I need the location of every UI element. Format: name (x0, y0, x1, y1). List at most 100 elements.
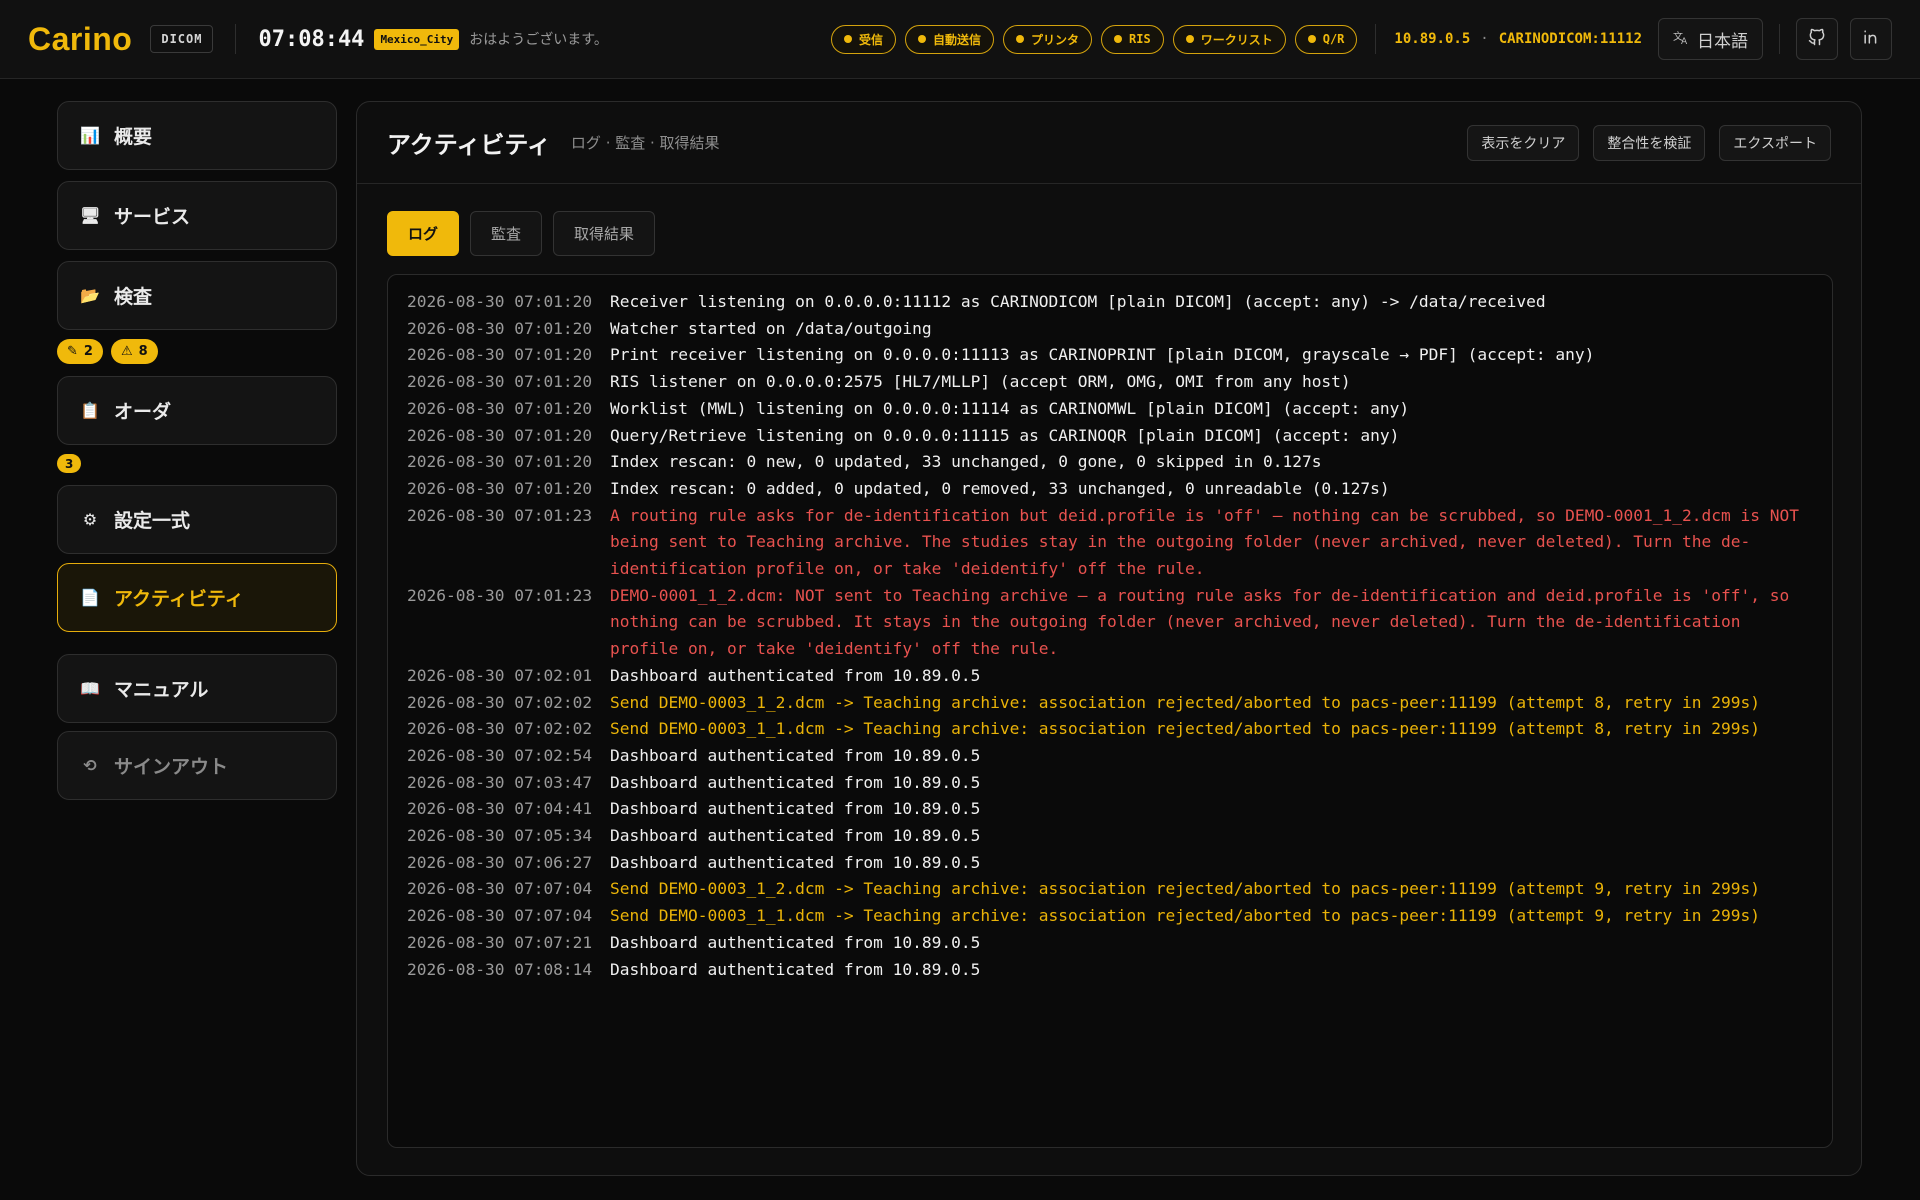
service-pill-label: 自動送信 (932, 32, 981, 47)
ae-title: CARINODICOM:11112 (1498, 31, 1642, 47)
sidebar-item-overview[interactable]: 📊 概要 (57, 101, 337, 170)
order-badges: 3 (57, 454, 82, 473)
timezone-badge: Mexico_City (374, 28, 460, 50)
log-message: Receiver listening on 0.0.0.0:11112 as C… (610, 292, 1546, 311)
service-pill-ris[interactable]: RIS (1101, 24, 1164, 54)
log-message: Print receiver listening on 0.0.0.0:1111… (610, 345, 1595, 365)
clipboard-icon: 📋 (80, 401, 100, 420)
export-button[interactable]: エクスポート (1719, 124, 1831, 161)
warning-icon: ⚠ (120, 344, 133, 359)
badge-count: 2 (83, 344, 93, 359)
log-line: 2026-08-30 07:01:20 Query/Retrieve listen… (407, 423, 1832, 450)
linkedin-icon (1861, 27, 1881, 51)
service-pill-printer[interactable]: プリンタ (1003, 24, 1093, 54)
status-dot-icon (917, 35, 926, 43)
sidebar-item-services[interactable]: 🖥 サービス (57, 181, 337, 250)
github-button[interactable] (1796, 18, 1838, 60)
github-icon (1807, 27, 1827, 51)
sidebar-item-manual[interactable]: 📖 マニュアル (57, 654, 337, 723)
sidebar-item-label: サインアウト (114, 756, 229, 778)
log-timestamp: 2026-08-30 07:01:20 (407, 345, 593, 365)
monitor-icon: 🖥 (80, 206, 101, 225)
log-timestamp: 2026-08-30 07:01:23 (407, 585, 593, 605)
sidebar-item-label: オーダ (114, 401, 172, 423)
tab-audit[interactable]: 監査 (470, 211, 543, 256)
log-timestamp: 2026-08-30 07:07:04 (407, 879, 593, 899)
log-message: Worklist (MWL) listening on 0.0.0.0:1111… (610, 398, 1410, 418)
language-button[interactable]: 文A 日本語 (1658, 18, 1763, 60)
translate-icon: 文A (1673, 29, 1689, 49)
document-icon: 📄 (80, 588, 100, 607)
log-line: 2026-08-30 07:02:54 Dashboard authenticat… (407, 743, 1832, 770)
order-count-badge[interactable]: 3 (57, 454, 82, 473)
activity-panel: アクティビティ ログ · 監査 · 取得結果 表示をクリア 整合性を検証 エクス… (356, 101, 1862, 1176)
header-divider (1779, 24, 1780, 54)
sidebar-item-label: サービス (114, 206, 191, 228)
log-message: Dashboard authenticated from 10.89.0.5 (610, 826, 981, 846)
panel-actions: 表示をクリア 整合性を検証 エクスポート (1467, 124, 1831, 161)
clear-view-button[interactable]: 表示をクリア (1467, 124, 1580, 161)
page-title: アクティビティ (387, 131, 551, 159)
service-pill-worklist[interactable]: ワークリスト (1172, 24, 1286, 54)
log-line: 2026-08-30 07:06:27 Dashboard authenticat… (407, 850, 1832, 877)
log-timestamp: 2026-08-30 07:01:20 (407, 425, 593, 445)
study-badges: ✎ 2 ⚠ 8 (57, 339, 158, 364)
status-dot-icon (1185, 35, 1194, 43)
sidebar-item-label: 設定一式 (114, 510, 191, 532)
log-message: Send DEMO-0003_1_2.dcm -> Teaching archi… (610, 879, 1760, 899)
service-pill-label: RIS (1129, 32, 1151, 46)
log-message: Watcher started on /data/outgoing (610, 318, 932, 338)
sidebar-item-studies[interactable]: 📂 検査 (57, 261, 337, 330)
service-pill-label: プリンタ (1031, 32, 1080, 47)
log-line: 2026-08-30 07:07:04 Send DEMO-0003_1_2.dc… (407, 876, 1832, 903)
greeting: おはようございます。 (469, 32, 608, 48)
sidebar-item-orders[interactable]: 📋 オーダ (57, 376, 337, 445)
svg-text:A: A (1681, 37, 1688, 45)
log-timestamp: 2026-08-30 07:01:20 (407, 452, 593, 472)
service-pill-label: Q/R (1322, 32, 1345, 46)
verify-integrity-button[interactable]: 整合性を検証 (1593, 124, 1706, 161)
log-message: Send DEMO-0003_1_1.dcm -> Teaching archi… (610, 719, 1760, 739)
log-line: 2026-08-30 07:08:14 Dashboard authenticat… (407, 957, 1832, 984)
tab-retrieve-results[interactable]: 取得結果 (553, 211, 656, 256)
log-timestamp: 2026-08-30 07:01:20 (407, 398, 593, 418)
log-message: DEMO-0001_1_2.dcm: NOT sent to Teaching … (610, 585, 1790, 659)
log-timestamp: 2026-08-30 07:02:02 (407, 692, 593, 712)
log-viewer[interactable]: 2026-08-30 07:01:20 Receiver listening on… (387, 274, 1833, 1148)
linkedin-button[interactable] (1850, 18, 1892, 60)
endpoint-info: 10.89.0.5 · CARINODICOM:11112 (1394, 31, 1642, 47)
sidebar-item-settings[interactable]: ⚙ 設定一式 (57, 485, 337, 554)
log-timestamp: 2026-08-30 07:01:20 (407, 292, 593, 311)
status-dot-icon (1016, 35, 1024, 43)
folder-icon: 📂 (80, 286, 100, 305)
log-timestamp: 2026-08-30 07:02:54 (407, 745, 593, 765)
sidebar-item-activity[interactable]: 📄 アクティビティ (57, 563, 337, 632)
log-timestamp: 2026-08-30 07:06:27 (407, 852, 593, 872)
signout-icon: ⟲ (83, 756, 97, 775)
status-dot-icon (1114, 35, 1123, 43)
header-divider (1375, 24, 1377, 54)
log-line: 2026-08-30 07:04:41 Dashboard authenticat… (407, 796, 1832, 823)
activity-tabs: ログ 監査 取得結果 (387, 211, 656, 256)
log-message: Send DEMO-0003_1_1.dcm -> Teaching archi… (610, 906, 1760, 926)
service-pill-autosend[interactable]: 自動送信 (904, 24, 994, 54)
sidebar-item-signout[interactable]: ⟲ サインアウト (57, 731, 337, 800)
service-pill-receive[interactable]: 受信 (830, 24, 896, 54)
top-bar: Carino DICOM 07:08:44 Mexico_City おはようござ… (0, 0, 1920, 79)
log-timestamp: 2026-08-30 07:01:20 (407, 478, 593, 498)
log-line: 2026-08-30 07:02:02 Send DEMO-0003_1_1.dc… (407, 716, 1832, 743)
warning-count-badge[interactable]: ⚠ 8 (110, 339, 158, 364)
app-logo[interactable]: Carino (28, 21, 132, 58)
log-message: Index rescan: 0 new, 0 updated, 33 uncha… (610, 452, 1322, 472)
log-line: 2026-08-30 07:01:20 RIS listener on 0.0.0… (407, 369, 1832, 396)
log-message: Dashboard authenticated from 10.89.0.5 (610, 932, 981, 952)
tab-log[interactable]: ログ (387, 211, 460, 256)
service-pill-qr[interactable]: Q/R (1294, 24, 1358, 54)
log-line: 2026-08-30 07:07:21 Dashboard authenticat… (407, 930, 1832, 957)
dicom-tag: DICOM (150, 25, 214, 53)
log-message: Dashboard authenticated from 10.89.0.5 (610, 665, 981, 685)
sidebar-item-label: 検査 (114, 286, 153, 308)
log-timestamp: 2026-08-30 07:02:01 (407, 665, 593, 685)
sidebar-item-label: マニュアル (114, 679, 209, 701)
edited-count-badge[interactable]: ✎ 2 (57, 339, 103, 364)
